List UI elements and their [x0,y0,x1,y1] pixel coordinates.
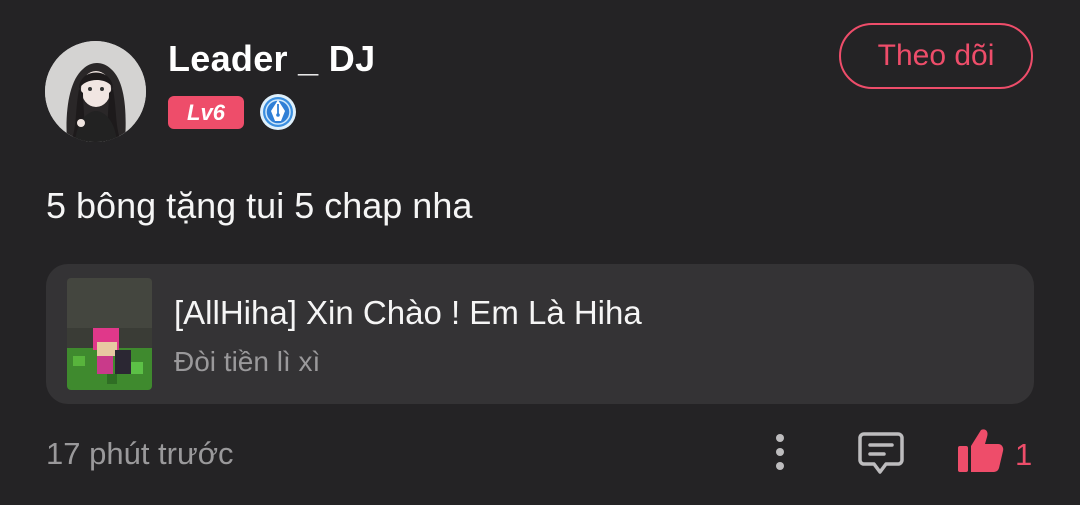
avatar[interactable] [45,41,146,142]
username[interactable]: Leader _ DJ [168,38,375,80]
comment-text: 5 bông tặng tui 5 chap nha [46,185,473,226]
more-options-icon[interactable] [763,430,797,474]
pen-nib-badge-icon [259,93,297,131]
story-title: [AllHiha] Xin Chào ! Em Là Hiha [174,294,642,331]
reply-comment-icon[interactable] [856,430,906,476]
like-count: 1 [1015,437,1033,472]
level-badge: Lv6 [168,96,244,129]
avatar-image [45,41,146,142]
timestamp: 17 phút trước [46,436,234,471]
like-thumbs-up-icon[interactable] [954,426,1006,476]
follow-button[interactable]: Theo dõi [839,23,1033,89]
linked-story-card[interactable]: [AllHiha] Xin Chào ! Em Là Hiha Đòi tiền… [46,264,1034,404]
story-subtitle: Đòi tiền lì xì [174,346,321,377]
story-thumbnail [67,278,152,390]
